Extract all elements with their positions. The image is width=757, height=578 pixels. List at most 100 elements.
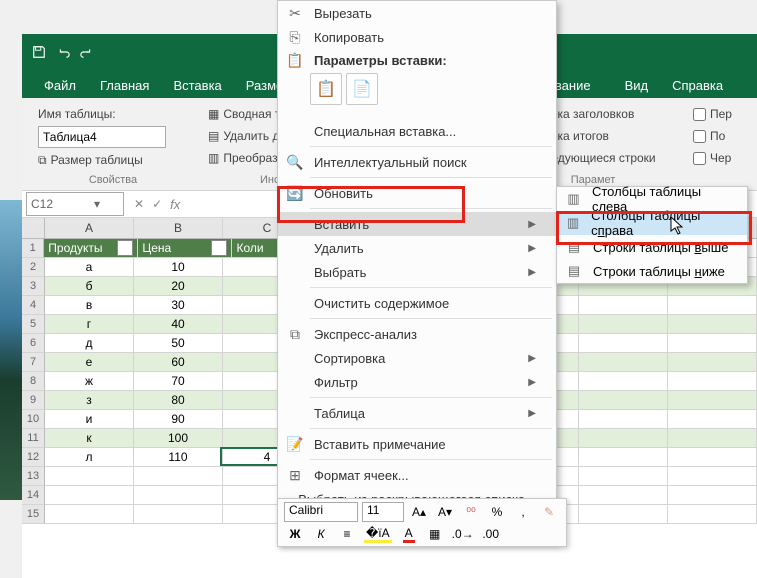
cell[interactable]: 90 xyxy=(134,410,223,429)
cell[interactable] xyxy=(134,486,223,505)
cell[interactable] xyxy=(579,429,668,448)
submenu-rowsAbove[interactable]: ▤Строки таблицы выше xyxy=(557,235,747,259)
cell[interactable]: и xyxy=(45,410,134,429)
menu-refresh[interactable]: 🔄Обновить xyxy=(278,181,556,205)
cell[interactable]: 70 xyxy=(134,372,223,391)
tab-Главная[interactable]: Главная xyxy=(88,73,161,98)
menu-copy[interactable]: ⎘Копировать xyxy=(278,25,556,49)
chk-last-col[interactable]: По xyxy=(693,126,741,146)
cell[interactable] xyxy=(668,315,757,334)
cell[interactable] xyxy=(668,391,757,410)
cell[interactable] xyxy=(579,315,668,334)
table-header-cell[interactable]: Цена▾ xyxy=(138,239,232,258)
cell[interactable]: б xyxy=(45,277,134,296)
tab-Справка[interactable]: Справка xyxy=(660,73,735,98)
cell[interactable]: к xyxy=(45,429,134,448)
bold-button[interactable]: Ж xyxy=(284,525,306,543)
menu-select[interactable]: Выбрать▶ xyxy=(278,260,556,284)
row-header[interactable]: 8 xyxy=(22,372,45,391)
cell[interactable] xyxy=(579,448,668,467)
cell[interactable] xyxy=(579,391,668,410)
filter-dropdown-icon[interactable]: ▾ xyxy=(117,240,133,256)
menu-table[interactable]: Таблица▶ xyxy=(278,401,556,425)
italic-button[interactable]: К xyxy=(310,525,332,543)
chevron-down-icon[interactable]: ▾ xyxy=(75,197,119,211)
name-box[interactable]: C12▾ xyxy=(26,192,124,216)
row-header[interactable]: 14 xyxy=(22,486,45,505)
fill-color-icon[interactable]: �їA xyxy=(362,525,394,543)
cell[interactable]: а xyxy=(45,258,134,277)
cell[interactable] xyxy=(45,467,134,486)
row-header[interactable]: 10 xyxy=(22,410,45,429)
cell[interactable]: л xyxy=(45,448,134,467)
cell[interactable] xyxy=(134,467,223,486)
chk-first-col[interactable]: Пер xyxy=(693,104,741,124)
row-header[interactable]: 15 xyxy=(22,505,45,524)
col-header-A[interactable]: A xyxy=(45,218,134,238)
cell[interactable] xyxy=(579,296,668,315)
menu-comment[interactable]: 📝Вставить примечание xyxy=(278,432,556,456)
menu-clear[interactable]: Очистить содержимое xyxy=(278,291,556,315)
row-header[interactable]: 7 xyxy=(22,353,45,372)
tab-Вставка[interactable]: Вставка xyxy=(161,73,233,98)
cell[interactable]: г xyxy=(45,315,134,334)
row-header[interactable]: 9 xyxy=(22,391,45,410)
cell[interactable]: 20 xyxy=(134,277,223,296)
resize-table-button[interactable]: ⧉ Размер таблицы xyxy=(38,150,188,170)
menu-insert[interactable]: Вставить▶ xyxy=(278,212,556,236)
cell[interactable]: 100 xyxy=(134,429,223,448)
cell[interactable] xyxy=(668,353,757,372)
paste-values-icon[interactable]: 📄 xyxy=(346,73,378,105)
font-color-icon[interactable]: A xyxy=(398,525,420,543)
cell[interactable] xyxy=(579,467,668,486)
menu-sort[interactable]: Сортировка▶ xyxy=(278,346,556,370)
row-header[interactable]: 2 xyxy=(22,258,45,277)
menu-format[interactable]: ⊞Формат ячеек... xyxy=(278,463,556,487)
cell[interactable] xyxy=(579,505,668,524)
comma-format-icon[interactable]: , xyxy=(512,503,534,521)
cell[interactable] xyxy=(134,505,223,524)
tab-Вид[interactable]: Вид xyxy=(613,73,661,98)
accounting-format-icon[interactable]: ⁰⁰ xyxy=(460,503,482,521)
row-header[interactable]: 6 xyxy=(22,334,45,353)
cell[interactable] xyxy=(579,334,668,353)
row-header[interactable]: 12 xyxy=(22,448,45,467)
cell[interactable]: е xyxy=(45,353,134,372)
cell[interactable] xyxy=(579,353,668,372)
cell[interactable]: 110 xyxy=(134,448,223,467)
save-button[interactable] xyxy=(30,43,48,61)
redo-button[interactable] xyxy=(78,43,96,61)
cell[interactable]: ж xyxy=(45,372,134,391)
col-header-B[interactable]: B xyxy=(134,218,223,238)
cell[interactable] xyxy=(45,505,134,524)
cell[interactable] xyxy=(668,505,757,524)
cell[interactable]: 50 xyxy=(134,334,223,353)
cell[interactable]: д xyxy=(45,334,134,353)
menu-special[interactable]: Специальная вставка... xyxy=(278,119,556,143)
cell[interactable]: 60 xyxy=(134,353,223,372)
row-header[interactable]: 4 xyxy=(22,296,45,315)
row-header[interactable]: 13 xyxy=(22,467,45,486)
format-painter-icon[interactable]: ✎ xyxy=(538,503,560,521)
decrease-decimal-icon[interactable]: .0→ xyxy=(450,525,476,543)
row-header[interactable]: 5 xyxy=(22,315,45,334)
menu-quick[interactable]: ⧉Экспресс-анализ xyxy=(278,322,556,346)
cell[interactable]: 30 xyxy=(134,296,223,315)
row-header[interactable]: 11 xyxy=(22,429,45,448)
font-select[interactable]: Calibri xyxy=(284,502,358,522)
cell[interactable]: 40 xyxy=(134,315,223,334)
fx-icon[interactable]: fх xyxy=(170,197,180,212)
align-center-icon[interactable]: ≡ xyxy=(336,525,358,543)
cell[interactable] xyxy=(668,372,757,391)
percent-format-icon[interactable]: % xyxy=(486,503,508,521)
cell[interactable]: з xyxy=(45,391,134,410)
enter-formula-icon[interactable]: ✓ xyxy=(152,197,162,211)
submenu-colsRight[interactable]: ▥Столбцы таблицы справа xyxy=(557,211,747,235)
menu-smart[interactable]: 🔍Интеллектуальный поиск xyxy=(278,150,556,174)
cell[interactable] xyxy=(668,334,757,353)
select-all-corner[interactable] xyxy=(22,218,45,238)
undo-button[interactable] xyxy=(54,43,72,61)
submenu-rowsBelow[interactable]: ▤Строки таблицы ниже xyxy=(557,259,747,283)
cell[interactable] xyxy=(668,467,757,486)
tab-Файл[interactable]: Файл xyxy=(32,73,88,98)
